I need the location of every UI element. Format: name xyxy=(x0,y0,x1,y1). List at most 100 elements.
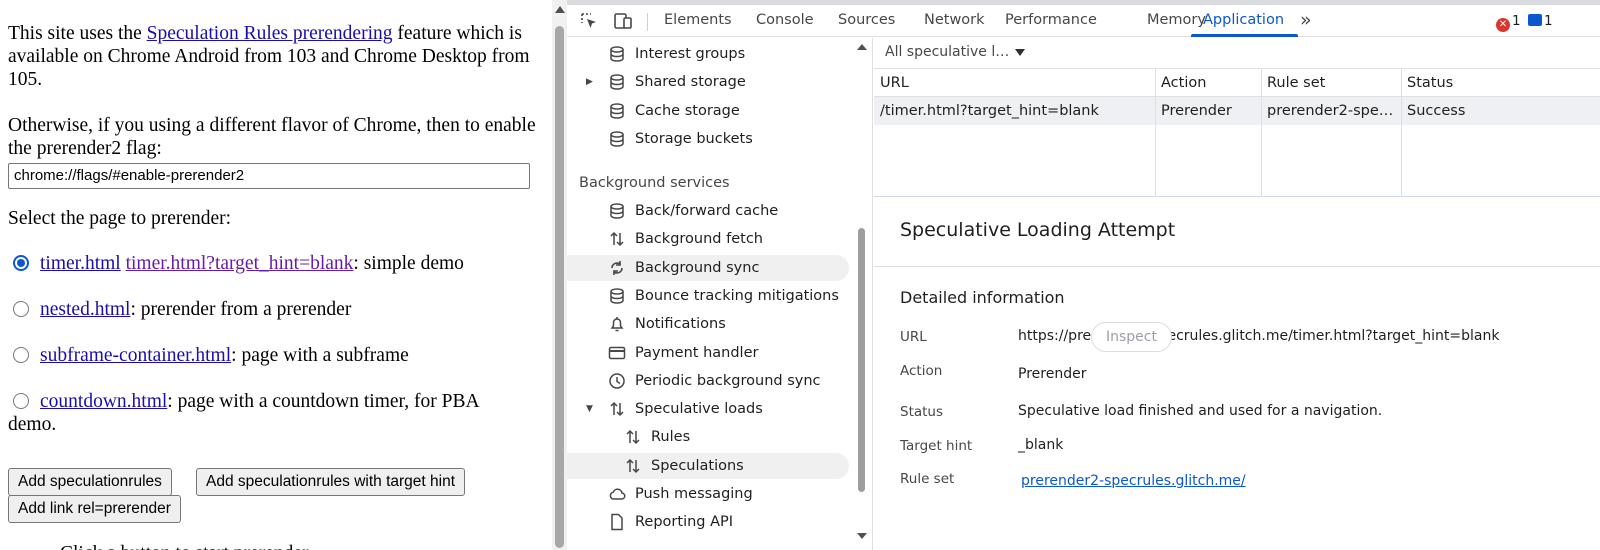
up-down-arrows-icon xyxy=(610,232,624,247)
tab-elements[interactable]: Elements xyxy=(664,5,732,36)
option-countdown: countdown.html: page with a countdown ti… xyxy=(8,390,528,436)
sidebar-item-label: Push messaging xyxy=(635,486,753,502)
scroll-up-icon[interactable] xyxy=(555,6,565,13)
column-url[interactable]: URL xyxy=(874,69,1155,97)
intro-paragraph: This site uses the Speculation Rules pre… xyxy=(8,22,548,91)
table-row[interactable]: /timer.html?target_hint=blank Prerender … xyxy=(874,97,1600,125)
add-speculationrules-button[interactable]: Add speculationrules xyxy=(8,468,172,496)
detail-target-hint-value: _blank xyxy=(1018,437,1064,453)
expand-down-icon[interactable]: ▼ xyxy=(586,396,593,422)
page-scrollbar[interactable] xyxy=(552,0,567,550)
grid-header: URL Action Rule set Status xyxy=(874,69,1600,97)
sidebar-item-label: Speculations xyxy=(651,457,744,474)
tab-sources[interactable]: Sources xyxy=(838,5,895,36)
toolbar-separator xyxy=(647,13,648,31)
sidebar-item-label: Interest groups xyxy=(635,46,746,62)
error-count: 1 xyxy=(1512,13,1521,29)
page-content: This site uses the Speculation Rules pre… xyxy=(0,0,552,550)
radio-countdown[interactable] xyxy=(13,393,29,409)
flag-url-field[interactable]: chrome://flags/#enable-prerender2 xyxy=(8,163,530,189)
sidebar-item-label: Speculative loads xyxy=(635,401,763,418)
devtools-tabbar: Elements Console Sources Network Perform… xyxy=(567,5,1600,37)
detail-status-key: Status xyxy=(900,404,944,420)
speculation-filter-dropdown[interactable]: All speculative l… xyxy=(885,44,1026,60)
tab-network[interactable]: Network xyxy=(924,5,985,36)
sidebar-item-label: Cache storage xyxy=(635,102,740,119)
detail-url-key: URL xyxy=(900,329,927,345)
message-count: 1 xyxy=(1544,13,1553,29)
message-badge[interactable]: 1 xyxy=(1528,13,1553,29)
detail-divider xyxy=(874,266,1600,267)
more-tabs-icon[interactable]: » xyxy=(1300,5,1312,36)
rule-set-link[interactable]: prerender2-specrules.glitch.me/ xyxy=(1021,473,1246,489)
sidebar-item-background-fetch[interactable]: Background fetch xyxy=(567,226,849,252)
sidebar-item-payment-handler[interactable]: Payment handler xyxy=(567,340,849,366)
speculation-rules-link[interactable]: Speculation Rules prerendering xyxy=(147,23,393,44)
select-heading: Select the page to prerender: xyxy=(8,208,232,229)
column-divider[interactable] xyxy=(1261,69,1262,197)
sidebar-item-storage-buckets[interactable]: Storage buckets xyxy=(567,126,849,152)
sidebar-item-background-sync[interactable]: Background sync xyxy=(567,254,849,281)
option-desc: : page with a subframe xyxy=(231,345,409,366)
sidebar-item-label: Bounce tracking mitigations xyxy=(635,287,839,304)
sidebar-item-speculative-loads[interactable]: ▼ Speculative loads xyxy=(567,396,849,422)
sidebar-item-shared-storage[interactable]: ▶ Shared storage xyxy=(567,69,849,95)
tab-console[interactable]: Console xyxy=(756,5,814,36)
add-link-prerender-button[interactable]: Add link rel=prerender xyxy=(8,495,181,523)
sidebar-item-notifications[interactable]: Notifications xyxy=(567,311,849,337)
radio-timer[interactable] xyxy=(13,255,29,271)
radio-nested[interactable] xyxy=(13,301,29,317)
add-speculationrules-target-hint-button[interactable]: Add speculationrules with target hint xyxy=(196,468,466,496)
sidebar-scroll-thumb[interactable] xyxy=(858,228,865,492)
page-scroll-thumb[interactable] xyxy=(555,26,564,548)
timer-target-hint-link[interactable]: timer.html?target_hint=blank xyxy=(126,253,354,274)
tab-memory[interactable]: Memory xyxy=(1147,5,1206,36)
column-rule-set[interactable]: Rule set xyxy=(1261,69,1401,97)
countdown-link[interactable]: countdown.html xyxy=(40,391,167,412)
intro-text: This site uses the xyxy=(8,23,147,44)
nested-link[interactable]: nested.html xyxy=(40,299,130,320)
device-toolbar-icon[interactable] xyxy=(613,11,633,31)
timer-link[interactable]: timer.html xyxy=(40,253,121,274)
application-sidebar: Interest groups ▶ Shared storage Cache stor… xyxy=(567,38,873,550)
sidebar-item-speculations[interactable]: Speculations xyxy=(567,452,849,479)
flag-paragraph: Otherwise, if you using a different flav… xyxy=(8,115,536,159)
devtools-panel: Elements Console Sources Network Perform… xyxy=(567,0,1600,550)
sidebar-item-periodic-background-sync[interactable]: Periodic background sync xyxy=(567,368,849,394)
sidebar-item-rules[interactable]: Rules xyxy=(567,424,849,450)
sidebar-item-back-forward-cache[interactable]: Back/forward cache xyxy=(567,198,849,224)
error-badge[interactable]: ✕ 1 xyxy=(1496,13,1521,32)
sidebar-scrollbar[interactable] xyxy=(855,38,867,550)
scroll-down-icon[interactable] xyxy=(857,533,867,539)
column-action[interactable]: Action xyxy=(1155,69,1261,97)
sidebar-item-label: Shared storage xyxy=(635,74,746,91)
scroll-up-icon[interactable] xyxy=(857,44,867,50)
column-divider[interactable] xyxy=(1401,69,1402,197)
column-status[interactable]: Status xyxy=(1401,69,1600,97)
radio-subframe[interactable] xyxy=(13,347,29,363)
message-icon xyxy=(1528,14,1542,26)
sidebar-item-label: Rules xyxy=(651,429,691,446)
tab-application[interactable]: Application xyxy=(1190,5,1299,37)
sync-icon xyxy=(611,260,623,275)
clock-icon xyxy=(609,373,625,389)
column-divider[interactable] xyxy=(1155,69,1156,197)
database-icon xyxy=(610,203,624,219)
tab-performance[interactable]: Performance xyxy=(1005,5,1097,36)
status-text: Click a button to start prerender. xyxy=(60,542,552,550)
sidebar-item-bounce-tracking-mitigations[interactable]: Bounce tracking mitigations xyxy=(567,283,849,309)
sidebar-item-label: Periodic background sync xyxy=(635,372,821,389)
inspect-element-icon[interactable] xyxy=(579,11,599,31)
sidebar-item-interest-groups[interactable]: Interest groups xyxy=(567,41,849,67)
sidebar-item-push-messaging[interactable]: Push messaging xyxy=(567,481,849,507)
inspect-button[interactable]: Inspect xyxy=(1091,322,1172,352)
detail-title: Speculative Loading Attempt xyxy=(900,219,1176,241)
sidebar-item-label: Back/forward cache xyxy=(635,203,779,219)
subframe-link[interactable]: subframe-container.html xyxy=(40,345,231,366)
sidebar-item-cache-storage[interactable]: Cache storage xyxy=(567,98,849,124)
error-icon: ✕ xyxy=(1496,18,1510,32)
expand-right-icon[interactable]: ▶ xyxy=(586,69,593,95)
sidebar-item-reporting-api[interactable]: Reporting API xyxy=(567,509,849,535)
detail-subtitle: Detailed information xyxy=(900,288,1065,307)
sidebar-item-label: Notifications xyxy=(635,316,726,333)
